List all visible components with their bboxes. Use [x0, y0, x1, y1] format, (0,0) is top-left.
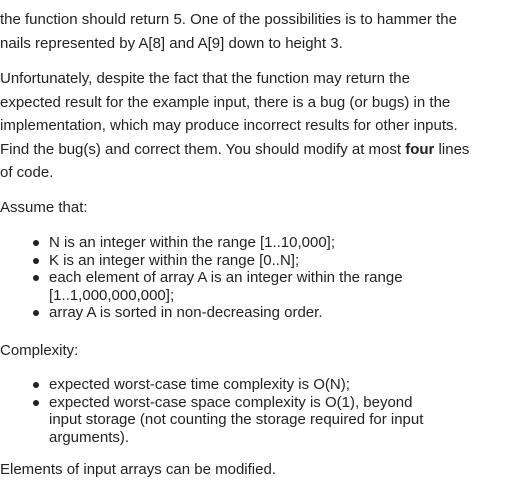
text-line: nails represented by A[8] and A[9] down …	[0, 34, 343, 52]
text-line: implementation, which may produce incorr…	[0, 117, 458, 134]
bullet-icon	[33, 399, 39, 406]
complexity-heading: Complexity:	[0, 342, 79, 359]
list-item: array A is sorted in non-decreasing orde…	[0, 304, 403, 322]
text-line: the function should return 5. One of the…	[0, 11, 457, 28]
list-item-text: array A is sorted in non-decreasing orde…	[49, 304, 323, 321]
list-item-text: arguments).	[49, 428, 130, 446]
list-item-text: expected worst-case space complexity is …	[49, 393, 413, 411]
assumptions-list: N is an integer within the range [1..10,…	[0, 234, 403, 322]
list-item-text: each element of array A is an integer wi…	[49, 269, 403, 286]
list-item: expected worst-case time complexity is O…	[0, 376, 423, 394]
bullet-icon	[33, 382, 39, 388]
text-line: of code.	[0, 164, 54, 181]
list-item-text: N is an integer within the range [1..10,…	[49, 234, 336, 251]
text-segment: Find the bug(s) and correct them. You sh…	[0, 140, 406, 158]
bullet-icon	[33, 275, 39, 281]
list-item: each element of array A is an integer wi…	[0, 269, 403, 304]
list-item-text: input storage (not counting the storage …	[49, 411, 424, 428]
bug-paragraph: Unfortunately, despite the fact that the…	[0, 67, 469, 185]
text-line: expected result for the example input, t…	[0, 93, 451, 111]
list-item-text: K is an integer within the range [0..N];	[49, 251, 300, 269]
text-line: Find the bug(s) and correct them. You sh…	[0, 138, 469, 162]
task-description: the function should return 5. One of the…	[0, 0, 509, 478]
bullet-icon	[33, 240, 39, 246]
emphasis-four: four	[405, 140, 435, 158]
text-segment: lines	[434, 140, 470, 158]
list-item-text: [1..1,000,000,000];	[49, 286, 175, 304]
list-item: N is an integer within the range [1..10,…	[0, 234, 403, 252]
list-item: expected worst-case space complexity is …	[0, 394, 423, 447]
complexity-list: expected worst-case time complexity is O…	[0, 376, 423, 446]
bullet-icon	[33, 257, 39, 264]
list-item: K is an integer within the range [0..N];	[0, 252, 403, 270]
list-item-text: expected worst-case time complexity is O…	[49, 376, 350, 393]
assume-heading: Assume that:	[0, 199, 88, 216]
bullet-icon	[33, 310, 39, 316]
intro-paragraph: the function should return 5. One of the…	[0, 8, 457, 55]
text-line: Unfortunately, despite the fact that the…	[0, 70, 410, 87]
